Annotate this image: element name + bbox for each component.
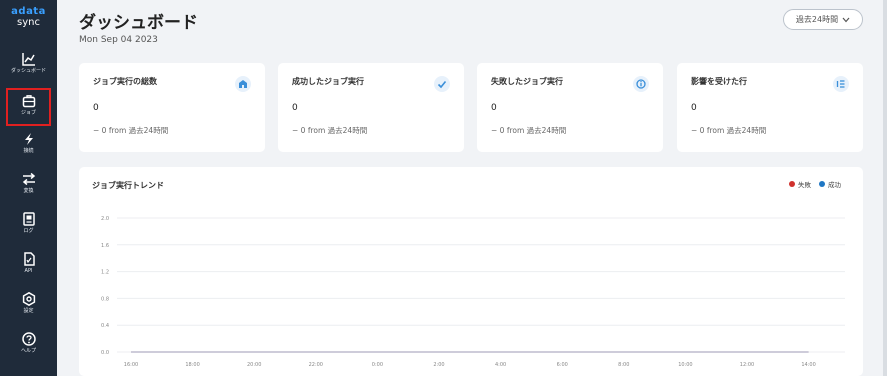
brand-name: adata (11, 6, 46, 17)
x-tick-label: 8:00 (618, 362, 629, 368)
y-tick-label: 1.6 (101, 243, 109, 249)
time-range-label: 過去24時間 (795, 15, 839, 24)
x-tick-label: 16:00 (124, 362, 138, 368)
list-icon (833, 76, 849, 92)
x-tick-label: 10:00 (678, 362, 692, 368)
job-icon (22, 95, 35, 108)
log-icon (22, 212, 35, 226)
sidebar-item-label: 接続 (23, 148, 34, 154)
sidebar-item-label: ジョブ (20, 110, 36, 116)
time-range-dropdown[interactable]: 過去24時間 (783, 9, 863, 30)
sidebar-item-label: ヘルプ (20, 348, 36, 354)
card-value: 0 (93, 103, 99, 113)
card-delta: − 0 from 過去24時間 (691, 126, 767, 135)
x-tick-label: 14:00 (801, 362, 815, 368)
card-delta: − 0 from 過去24時間 (491, 126, 567, 135)
card-title: 失敗したジョブ実行 (491, 77, 563, 86)
card-title: ジョブ実行の総数 (93, 77, 157, 86)
card-delta: − 0 from 過去24時間 (292, 126, 368, 135)
y-tick-label: 0.4 (101, 323, 109, 329)
sidebar-item-label: ダッシュボード (10, 68, 46, 74)
sidebar-item-api[interactable]: API (6, 248, 51, 286)
x-tick-label: 22:00 (309, 362, 323, 368)
product-name: sync (17, 17, 40, 28)
x-tick-label: 6:00 (557, 362, 568, 368)
sidebar-item-label: ログ (23, 228, 34, 234)
app-logo[interactable]: adata sync (0, 6, 57, 28)
sidebar-item-label: API (24, 268, 33, 274)
settings-icon (22, 292, 35, 306)
sidebar-item-label: 変換 (23, 188, 34, 194)
stat-card-total-runs: ジョブ実行の総数 0 − 0 from 過去24時間 (79, 63, 265, 152)
info-icon (633, 76, 649, 92)
x-tick-label: 12:00 (740, 362, 754, 368)
transform-icon (22, 172, 35, 186)
dashboard-chart-icon (21, 53, 35, 66)
x-tick-label: 2:00 (433, 362, 444, 368)
y-tick-label: 0.8 (101, 296, 109, 302)
x-tick-label: 0:00 (372, 362, 383, 368)
chevron-down-icon (842, 17, 850, 22)
sidebar-item-connection[interactable]: 接続 (6, 128, 51, 166)
sidebar-item-label: 設定 (23, 308, 34, 314)
sidebar-item-dashboard[interactable]: ダッシュボード (6, 48, 51, 86)
card-title: 成功したジョブ実行 (292, 77, 364, 86)
card-value: 0 (491, 103, 497, 113)
card-delta: − 0 from 過去24時間 (93, 126, 169, 135)
x-tick-label: 18:00 (185, 362, 199, 368)
job-run-trend-chart: ジョブ実行トレンド 失敗 成功 0.0 0.4 0.8 1.2 1.6 2.0 16:00 1… (79, 167, 863, 376)
page-title: ダッシュボード (79, 13, 198, 33)
card-title: 影響を受けた行 (691, 77, 747, 86)
sidebar-item-settings[interactable]: 設定 (6, 288, 51, 326)
card-value: 0 (691, 103, 697, 113)
sidebar-item-help[interactable]: ヘルプ (6, 328, 51, 366)
x-tick-label: 20:00 (247, 362, 261, 368)
stat-card-failed-runs: 失敗したジョブ実行 0 − 0 from 過去24時間 (477, 63, 663, 152)
y-tick-label: 2.0 (101, 216, 109, 222)
x-tick-label: 4:00 (495, 362, 506, 368)
page-date: Mon Sep 04 2023 (79, 35, 158, 45)
stat-card-affected-rows: 影響を受けた行 0 − 0 from 過去24時間 (677, 63, 863, 152)
stat-card-successful-runs: 成功したジョブ実行 0 − 0 from 過去24時間 (278, 63, 464, 152)
chart-plot-area: 0.0 0.4 0.8 1.2 1.6 2.0 16:00 18:00 20:00 22:00 0:… (101, 216, 845, 368)
sidebar: adata sync ダッシュボード ジョブ 接続 変換 ログ API 設定 ヘ… (0, 0, 57, 376)
y-tick-label: 0.0 (101, 350, 109, 356)
sidebar-item-log[interactable]: ログ (6, 208, 51, 246)
y-tick-label: 1.2 (101, 270, 109, 276)
sidebar-item-transform[interactable]: 変換 (6, 168, 51, 206)
card-value: 0 (292, 103, 298, 113)
api-icon (23, 252, 35, 266)
help-icon (21, 332, 36, 346)
sidebar-item-job[interactable]: ジョブ (6, 88, 51, 126)
page-scrollbar[interactable] (883, 0, 887, 376)
check-icon (434, 76, 450, 92)
building-icon (235, 76, 251, 92)
connection-icon (24, 133, 33, 145)
